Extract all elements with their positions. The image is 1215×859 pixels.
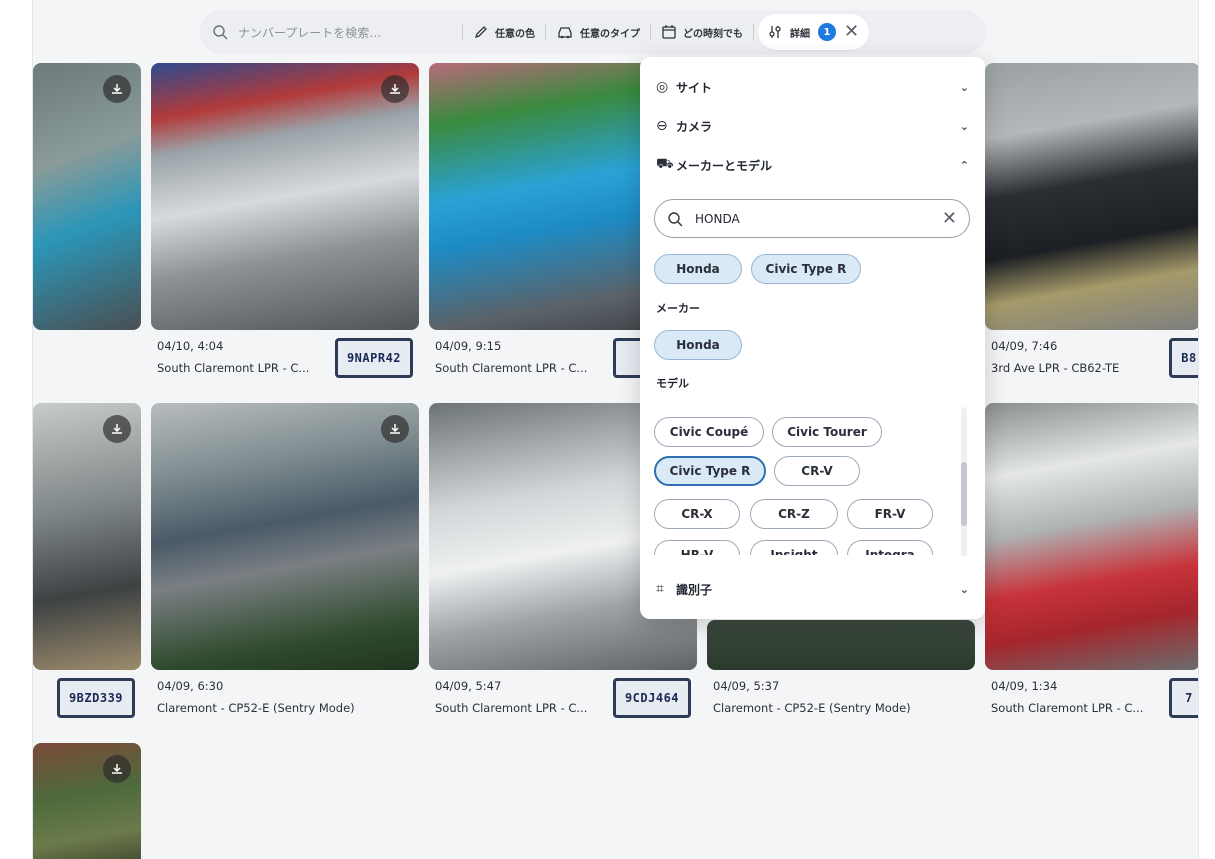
model-option[interactable]: CR-V xyxy=(774,456,860,486)
download-icon[interactable] xyxy=(103,755,131,783)
card-date: 04/10, 4:04 xyxy=(157,339,224,353)
plate-image: 9BZD339 xyxy=(57,678,135,718)
type-filter-label: 任意のタイプ xyxy=(580,28,640,40)
site-section-label: サイト xyxy=(676,80,713,95)
card-date: 04/09, 5:47 xyxy=(435,679,502,693)
selected-chip-honda[interactable]: Honda xyxy=(654,254,742,284)
identifier-icon: ⌗ xyxy=(656,581,664,597)
model-option[interactable]: Civic Tourer xyxy=(772,417,882,447)
model-option[interactable]: CR-X xyxy=(654,499,740,529)
divider xyxy=(545,24,546,40)
car-icon: ⛟ xyxy=(656,156,674,172)
model-option[interactable]: HR-V xyxy=(654,540,740,555)
scrollbar-thumb[interactable] xyxy=(961,462,967,526)
make-model-section-label: メーカーとモデル xyxy=(676,158,773,173)
identifier-section-header[interactable]: ⌗ 識別子 ⌄ xyxy=(656,577,969,601)
time-filter-label: どの時刻でも xyxy=(683,28,743,40)
divider xyxy=(753,24,754,40)
model-option[interactable]: Civic Type R xyxy=(654,456,766,486)
download-icon[interactable] xyxy=(103,75,131,103)
vehicle-thumbnail[interactable] xyxy=(33,63,141,330)
card-camera: South Claremont LPR - C... xyxy=(435,361,588,375)
download-icon[interactable] xyxy=(381,415,409,443)
card-date: 04/09, 7:46 xyxy=(991,339,1058,353)
detail-filter-panel: ◎ サイト ⌄ ⊖ カメラ ⌄ ⛟ メーカーとモデル ⌃ HONDA ✕ Hon… xyxy=(640,57,985,619)
card-camera: Claremont - CP52-E (Sentry Mode) xyxy=(713,701,911,715)
active-filter-count-badge: 1 xyxy=(818,23,836,41)
card-camera: South Claremont LPR - C... xyxy=(991,701,1144,715)
chevron-down-icon: ⌄ xyxy=(959,582,969,596)
maker-heading: メーカー xyxy=(656,302,700,315)
identifier-section-label: 識別子 xyxy=(676,582,713,597)
model-option[interactable]: CR-Z xyxy=(750,499,838,529)
search-placeholder: ナンバープレートを検索… xyxy=(238,25,382,40)
plate-image: 9NAPR42 xyxy=(335,338,413,378)
model-options-list[interactable]: Civic Coupé Civic Tourer Civic Type R CR… xyxy=(640,407,985,555)
vehicle-thumbnail[interactable] xyxy=(151,403,419,670)
download-icon[interactable] xyxy=(103,415,131,443)
camera-section-label: カメラ xyxy=(676,119,713,134)
plate-search-input[interactable]: ナンバープレートを検索… xyxy=(212,24,452,41)
search-icon xyxy=(668,211,683,226)
plate-image: 7 xyxy=(1169,678,1198,718)
vehicle-thumbnail[interactable] xyxy=(33,403,141,670)
maker-option-honda[interactable]: Honda xyxy=(654,330,742,360)
make-model-search-input[interactable]: HONDA ✕ xyxy=(654,199,970,238)
chevron-down-icon: ⌄ xyxy=(959,80,969,94)
color-filter-button[interactable]: 任意の色 xyxy=(473,24,535,40)
card-date: 04/09, 5:37 xyxy=(713,679,780,693)
calendar-icon xyxy=(662,25,676,39)
vehicle-thumbnail[interactable] xyxy=(33,743,141,859)
scrollbar[interactable] xyxy=(961,407,967,557)
filter-toolbar: ナンバープレートを検索… 任意の色 任意のタイプ どの時刻でも 詳細 1 ✕ xyxy=(200,10,986,54)
selected-chip-civic-type-r[interactable]: Civic Type R xyxy=(751,254,861,284)
chevron-down-icon: ⌄ xyxy=(959,119,969,133)
clear-icon[interactable]: ✕ xyxy=(942,208,957,229)
divider xyxy=(462,24,463,40)
search-icon xyxy=(213,25,228,40)
model-option[interactable]: FR-V xyxy=(847,499,933,529)
site-section-header[interactable]: ◎ サイト ⌄ xyxy=(656,75,969,99)
make-model-section-header[interactable]: ⛟ メーカーとモデル ⌃ xyxy=(656,153,969,177)
model-option[interactable]: Civic Coupé xyxy=(654,417,764,447)
car-icon xyxy=(558,27,572,39)
detail-filter-label: 詳細 xyxy=(790,28,810,40)
camera-section-header[interactable]: ⊖ カメラ ⌄ xyxy=(656,114,969,138)
results-area: 04/10, 4:04 South Claremont LPR - C... 9… xyxy=(32,0,1199,859)
model-option[interactable]: Insight xyxy=(750,540,838,555)
divider xyxy=(650,24,651,40)
search-value: HONDA xyxy=(695,211,740,226)
chevron-up-icon: ⌃ xyxy=(959,158,969,172)
card-date: 04/09, 1:34 xyxy=(991,679,1058,693)
card-camera: Claremont - CP52-E (Sentry Mode) xyxy=(157,701,355,715)
brush-icon xyxy=(474,26,487,39)
color-filter-label: 任意の色 xyxy=(495,28,535,40)
model-heading: モデル xyxy=(656,377,689,390)
vehicle-thumbnail[interactable] xyxy=(151,63,419,330)
plate-image: 9CDJ464 xyxy=(613,678,691,718)
time-filter-button[interactable]: どの時刻でも xyxy=(661,24,743,40)
location-pin-icon: ◎ xyxy=(656,79,669,95)
detail-filter-button[interactable]: 詳細 1 ✕ xyxy=(758,14,870,50)
type-filter-button[interactable]: 任意のタイプ xyxy=(556,24,640,40)
card-camera: South Claremont LPR - C... xyxy=(435,701,588,715)
model-option[interactable]: Integra xyxy=(847,540,933,555)
sliders-icon xyxy=(769,26,781,38)
download-icon[interactable] xyxy=(381,75,409,103)
card-camera: 3rd Ave LPR - CB62-TE xyxy=(991,361,1120,375)
card-date: 04/09, 9:15 xyxy=(435,339,502,353)
vehicle-thumbnail[interactable] xyxy=(985,63,1198,330)
camera-icon: ⊖ xyxy=(656,118,668,134)
card-camera: South Claremont LPR - C... xyxy=(157,361,310,375)
vehicle-thumbnail[interactable] xyxy=(985,403,1198,670)
close-icon[interactable]: ✕ xyxy=(844,23,859,41)
plate-image: B8 xyxy=(1169,338,1198,378)
vehicle-thumbnail[interactable] xyxy=(707,620,975,670)
card-date: 04/09, 6:30 xyxy=(157,679,224,693)
